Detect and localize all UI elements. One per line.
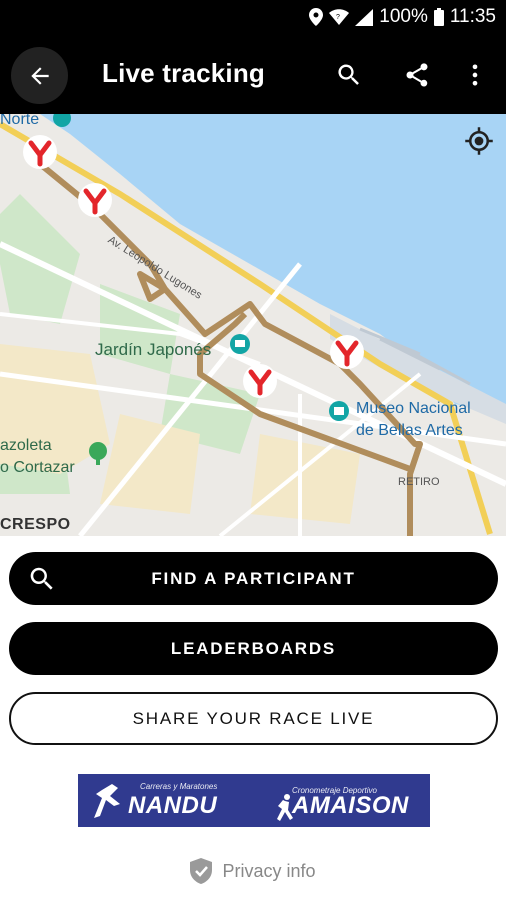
more-options-button[interactable] <box>455 55 495 95</box>
find-participant-label: FIND A PARTICIPANT <box>151 568 356 588</box>
back-icon <box>30 66 49 85</box>
map-canvas <box>0 114 506 536</box>
map-label-museo-1: Museo Nacional <box>356 400 471 417</box>
share-race-button[interactable]: SHARE YOUR RACE LIVE <box>9 692 498 745</box>
location-icon <box>309 8 324 26</box>
runner-logo-icon <box>94 784 120 818</box>
page-title: Live tracking <box>102 58 265 88</box>
map-label-plazoleta: azoleta <box>0 437 52 454</box>
route-map[interactable]: Norte Av. Leopoldo Lugones Jardín Japoné… <box>0 114 506 536</box>
status-icons: ? 100% 11:35 <box>309 6 496 28</box>
wifi-icon: ? <box>329 9 350 25</box>
battery-text: 100% <box>379 6 428 27</box>
sponsor-banner[interactable]: Carreras y Maratones NANDU Cronometraje … <box>78 774 430 827</box>
search-icon <box>338 64 359 85</box>
runner-marker[interactable] <box>330 335 364 369</box>
runner-marker[interactable] <box>23 135 57 169</box>
poi-pin-icon <box>329 401 349 421</box>
map-label-cortazar: o Cortazar <box>0 459 75 476</box>
sponsor-left-tagline: Carreras y Maratones <box>140 782 218 791</box>
share-race-label: SHARE YOUR RACE LIVE <box>132 708 375 728</box>
search-button[interactable] <box>329 55 369 95</box>
poi-pin-icon <box>230 334 250 354</box>
privacy-info-label: Privacy info <box>222 860 316 881</box>
sponsor-left-name: NANDU <box>128 792 218 819</box>
my-location-icon <box>465 127 493 155</box>
app-bar: Live tracking <box>0 36 506 114</box>
share-icon <box>406 63 428 87</box>
my-location-button[interactable] <box>462 124 496 158</box>
sponsor-right-name: AMAISON <box>292 792 409 819</box>
find-participant-button[interactable]: FIND A PARTICIPANT <box>9 552 498 605</box>
map-label-retiro: RETIRO <box>398 476 440 488</box>
battery-icon <box>433 8 444 26</box>
map-label-museo-2: de Bellas Artes <box>356 422 463 439</box>
more-vert-icon <box>472 64 478 86</box>
signal-icon <box>355 8 374 26</box>
map-label-jardin: Jardín Japonés <box>95 340 212 359</box>
leaderboards-label: LEADERBOARDS <box>170 638 337 658</box>
back-button[interactable] <box>11 47 68 104</box>
privacy-info-link[interactable]: Privacy info <box>0 858 506 884</box>
map-label-norte: Norte <box>0 114 40 128</box>
clock: 11:35 <box>449 6 496 27</box>
shield-check-icon <box>190 858 213 884</box>
share-button[interactable] <box>397 55 437 95</box>
runner-marker[interactable] <box>78 183 112 217</box>
search-icon <box>27 564 57 599</box>
map-label-crespo: CRESPO <box>0 516 71 533</box>
svg-text:?: ? <box>336 14 340 21</box>
runner-marker[interactable] <box>243 364 277 398</box>
leaderboards-button[interactable]: LEADERBOARDS <box>9 622 498 675</box>
poi-pin-icon <box>89 442 107 465</box>
status-bar: ? 100% 11:35 <box>0 0 506 36</box>
